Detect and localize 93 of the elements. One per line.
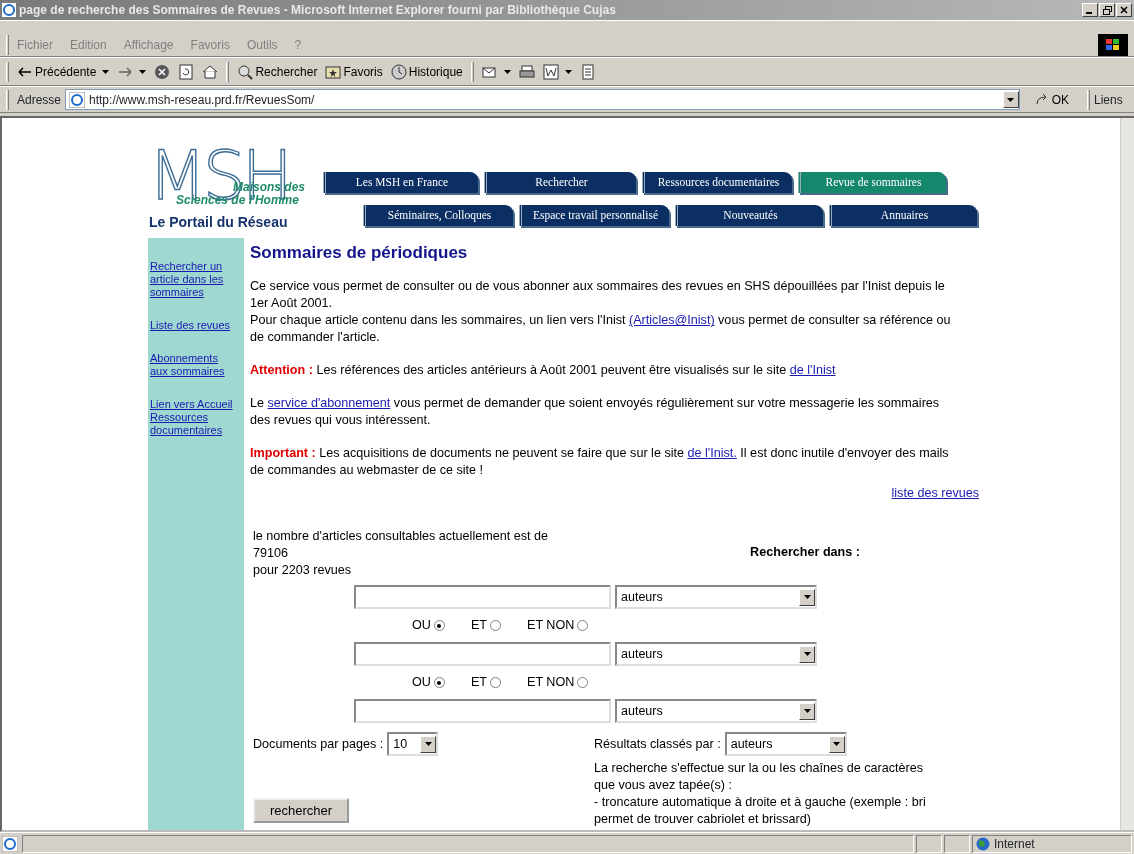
radio-label: ET NON (527, 674, 575, 692)
radio-button[interactable] (577, 677, 589, 689)
search-field[interactable] (354, 642, 611, 667)
radio-label: ET NON (527, 617, 575, 635)
text-link[interactable]: de l'Inist (789, 363, 836, 378)
radio-label: OU (412, 617, 431, 635)
document-icon (579, 63, 596, 80)
radio-label: ET (470, 674, 487, 692)
text-link[interactable]: de l'Inist. (687, 446, 737, 461)
favorites-button[interactable]: Favoris (325, 62, 383, 81)
printer-icon (518, 63, 535, 80)
links-label[interactable]: Liens (1094, 90, 1134, 109)
nav-tab[interactable]: Annuaires (829, 205, 977, 226)
status-panel (916, 834, 942, 853)
stop-icon (154, 63, 171, 80)
counter-text: pour 2203 revues (253, 562, 353, 580)
search-button[interactable]: rechercher (253, 798, 350, 824)
address-label: Adresse (17, 91, 62, 109)
nav-tab[interactable]: Séminaires, Colloques (363, 205, 513, 226)
list-link[interactable]: liste des revues (891, 486, 979, 501)
text-link[interactable]: service d'abonnement (267, 396, 391, 411)
print-button[interactable] (518, 63, 535, 80)
text-link[interactable]: (Articles@Inist) (629, 313, 715, 328)
radio-button[interactable] (490, 677, 501, 689)
nav-tab[interactable]: Revue de sommaires (798, 172, 946, 193)
restore-icon (1102, 5, 1112, 15)
paragraph-text: Important : Les acquisitions de documents ne peuvent se faire que sur le site de l'Inist. Il est donc inutile d'envoyer des mails de commandes au webmaster de ce site ! (250, 445, 950, 480)
refresh-icon (178, 63, 195, 80)
address-field[interactable]: http://www.msh-reseau.prd.fr/RevuesSom/ (65, 89, 1020, 110)
search-in-label: Rechercher dans : (750, 544, 860, 562)
edit-button[interactable] (542, 63, 572, 80)
per-page-label: Documents par pages : (253, 735, 384, 753)
page-heading: Sommaires de périodiques (250, 243, 469, 264)
history-button[interactable]: Historique (390, 62, 463, 81)
sidebar-link[interactable]: Liste des revues (150, 319, 236, 332)
home-button[interactable] (202, 63, 219, 80)
window-title: page de recherche des Sommaires de Revues - Microsoft Internet Explorer fourni par Bibliothèque Cujas (19, 2, 617, 19)
field-select[interactable]: auteurs (615, 642, 817, 667)
radio-label: ET (470, 617, 487, 635)
history-icon (390, 63, 407, 80)
search-field[interactable] (354, 585, 611, 610)
nav-tab[interactable]: Ressources documentaires (642, 172, 792, 193)
scrollbar[interactable] (1120, 118, 1134, 830)
paragraph-text: Le service d'abonnement vous permet de demander que soient envoyés régulièrement sur votre messagerie les sommaires des revues qui vous intéressent. (250, 395, 941, 430)
security-zone-label: Internet (994, 835, 1035, 853)
close-button[interactable] (1116, 3, 1132, 17)
sort-select[interactable]: auteurs (724, 732, 847, 757)
radio-label: OU (412, 674, 431, 692)
favorites-icon (325, 63, 342, 80)
caret-icon (102, 69, 110, 74)
home-icon (202, 63, 219, 80)
discuss-button[interactable] (579, 63, 596, 80)
back-button[interactable]: Précédente (17, 62, 110, 81)
counter-text: le nombre d'articles consultables actuellement est de (253, 528, 549, 546)
caret-icon (564, 69, 572, 74)
globe-icon (976, 836, 990, 851)
word-icon (542, 63, 559, 80)
refresh-button[interactable] (178, 63, 195, 80)
page-icon (69, 91, 86, 108)
counter-text: 79106 (253, 545, 290, 563)
radio-button[interactable] (577, 620, 589, 632)
field-select[interactable]: auteurs (615, 585, 817, 610)
paragraph-text: Ce service vous permet de consulter ou de vous abonner aux sommaires des revues en SHS dépouillées par l'Inist depuis le 1er Août 2001. Pour chaque article contenu dans les sommaires, un lien vers l'Inist (Articles@Inist) vous permet de consulter sa référence ou de commander l'article. (250, 278, 951, 347)
browser-icon (2, 3, 16, 17)
sidebar-link[interactable]: Rechercher un article dans les sommaires (150, 260, 236, 299)
caret-icon (139, 69, 147, 74)
radio-button[interactable] (433, 620, 445, 632)
radio-button[interactable] (490, 620, 501, 632)
search-icon (237, 63, 254, 80)
windows-logo-icon (1098, 33, 1128, 56)
page-icon (2, 835, 18, 852)
go-button[interactable]: OK (1027, 89, 1075, 110)
stop-button[interactable] (154, 63, 171, 80)
sort-label: Résultats classés par : (594, 735, 721, 753)
minimize-button[interactable] (1082, 3, 1098, 17)
sidebar-link[interactable]: Abonnements aux sommaires (150, 352, 236, 378)
help-text: La recherche s'effectue sur la ou les chaînes de caractères que vous avez tapée(s) : (594, 760, 925, 795)
nav-tab[interactable]: Nouveautés (675, 205, 823, 226)
nav-tab[interactable]: Les MSH en France (323, 172, 478, 193)
caret-icon (503, 69, 511, 74)
help-text: - troncature automatique à droite et à gauche (exemple : bri permet de trouver cabriolet et brissard) (594, 794, 927, 829)
search-field[interactable] (354, 699, 611, 724)
radio-button[interactable] (433, 677, 445, 689)
paragraph-text: Attention : Les références des articles antérieurs à Août 2001 peuvent être visualisés sur le site de l'Inist (250, 362, 837, 380)
field-select[interactable]: auteurs (615, 699, 817, 724)
per-page-select[interactable]: 10 (387, 732, 439, 757)
status-panel (944, 834, 970, 853)
sidebar-link[interactable]: Lien vers Accueil Ressources documentaires (150, 398, 236, 437)
nav-tab[interactable]: Espace travail personnalisé (519, 205, 669, 226)
search-button[interactable]: Rechercher (237, 62, 318, 81)
restore-button[interactable] (1099, 3, 1115, 17)
nav-tab[interactable]: Rechercher (484, 172, 636, 193)
close-icon (1120, 6, 1128, 15)
